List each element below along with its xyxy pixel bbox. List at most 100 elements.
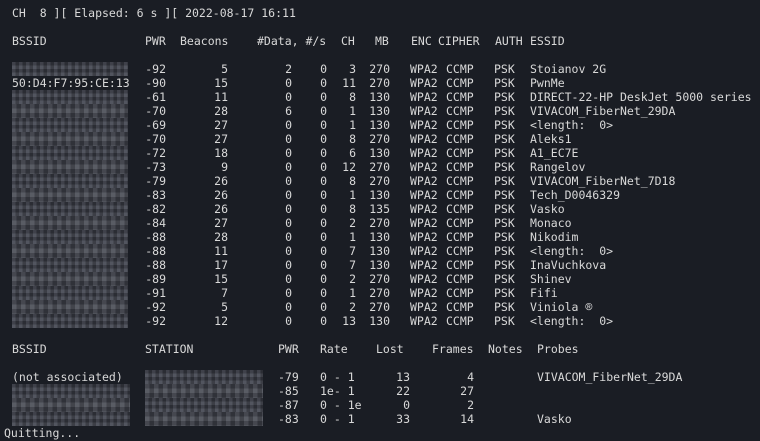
redacted-bssid xyxy=(12,146,128,160)
ap-auth: PSK xyxy=(494,76,515,90)
ap-mb: 135 xyxy=(369,202,390,216)
station-pwr: -79 xyxy=(278,370,299,384)
ap-pwr: -69 xyxy=(145,118,166,132)
ap-rate: 0 xyxy=(320,90,327,104)
station-header-lost: Lost xyxy=(376,342,404,356)
station-header-frames: Frames xyxy=(432,342,474,356)
ap-enc: WPA2 xyxy=(410,160,438,174)
ap-rate: 0 xyxy=(320,160,327,174)
ap-enc: WPA2 xyxy=(410,90,438,104)
ap-ch: 12 xyxy=(342,160,356,174)
ap-beacons: 11 xyxy=(214,244,228,258)
ap-beacons: 5 xyxy=(221,62,228,76)
station-rate: 0 - 1 xyxy=(320,412,355,426)
ap-ch: 2 xyxy=(349,216,356,230)
ap-enc: WPA2 xyxy=(410,174,438,188)
ap-essid: Tech_D0046329 xyxy=(530,188,621,202)
station-frames: 27 xyxy=(460,384,474,398)
ap-essid: PwnMe xyxy=(530,76,565,90)
ap-data: 0 xyxy=(285,160,292,174)
ap-header-beacons: Beacons xyxy=(180,34,229,48)
ap-beacons: 5 xyxy=(221,300,228,314)
ap-pwr: -92 xyxy=(145,62,166,76)
ap-beacons: 28 xyxy=(214,230,228,244)
ap-cipher: CCMP xyxy=(446,258,474,272)
ap-enc: WPA2 xyxy=(410,62,438,76)
ap-auth: PSK xyxy=(494,202,515,216)
ap-enc: WPA2 xyxy=(410,272,438,286)
redacted-bssid xyxy=(12,160,128,174)
ap-beacons: 9 xyxy=(221,160,228,174)
ap-essid: VIVACOM_FiberNet_29DA xyxy=(530,104,676,118)
ap-header-essid: ESSID xyxy=(530,34,565,48)
ap-rate: 0 xyxy=(320,62,327,76)
redacted-bssid xyxy=(12,62,128,76)
ap-cipher: CCMP xyxy=(446,62,474,76)
redacted-bssid xyxy=(12,272,128,286)
ap-cipher: CCMP xyxy=(446,146,474,160)
ap-header-ch: CH xyxy=(341,34,355,48)
ap-bssid: 50:D4:F7:95:CE:13 xyxy=(12,76,130,90)
ap-ch: 2 xyxy=(349,272,356,286)
ap-cipher: CCMP xyxy=(446,188,474,202)
ap-header-cipher: CIPHER xyxy=(438,34,480,48)
ap-pwr: -84 xyxy=(145,216,166,230)
ap-beacons: 26 xyxy=(214,174,228,188)
ap-rate: 0 xyxy=(320,118,327,132)
terminal-window[interactable]: CH 8 ][ Elapsed: 6 s ][ 2022-08-17 16:11… xyxy=(0,0,760,441)
redacted-station xyxy=(145,412,263,426)
ap-ch: 8 xyxy=(349,90,356,104)
ap-essid: Nikodim xyxy=(530,230,579,244)
station-frames: 14 xyxy=(460,412,474,426)
ap-ch: 7 xyxy=(349,258,356,272)
ap-enc: WPA2 xyxy=(410,286,438,300)
station-lost: 13 xyxy=(396,370,410,384)
ap-ch: 1 xyxy=(349,230,356,244)
ap-ch: 1 xyxy=(349,188,356,202)
redacted-bssid xyxy=(12,118,128,132)
ap-auth: PSK xyxy=(494,90,515,104)
ap-auth: PSK xyxy=(494,244,515,258)
ap-mb: 270 xyxy=(369,174,390,188)
ap-enc: WPA2 xyxy=(410,118,438,132)
station-probes: VIVACOM_FiberNet_29DA xyxy=(537,370,683,384)
ap-pwr: -83 xyxy=(145,188,166,202)
ap-mb: 130 xyxy=(369,104,390,118)
ap-data: 0 xyxy=(285,314,292,328)
ap-auth: PSK xyxy=(494,132,515,146)
ap-enc: WPA2 xyxy=(410,314,438,328)
redacted-bssid xyxy=(12,314,128,328)
ap-auth: PSK xyxy=(494,62,515,76)
redacted-bssid xyxy=(12,258,128,272)
ap-essid: Fifi xyxy=(530,286,558,300)
station-notes xyxy=(488,370,528,384)
ap-essid: Aleks1 xyxy=(530,132,572,146)
ap-essid: <length: 0> xyxy=(530,244,614,258)
station-probes xyxy=(537,398,737,412)
ap-pwr: -88 xyxy=(145,258,166,272)
ap-beacons: 26 xyxy=(214,202,228,216)
ap-mb: 130 xyxy=(369,90,390,104)
ap-enc: WPA2 xyxy=(410,244,438,258)
ap-cipher: CCMP xyxy=(446,76,474,90)
ap-data: 0 xyxy=(285,174,292,188)
station-lost: 0 xyxy=(403,398,410,412)
ap-ch: 8 xyxy=(349,202,356,216)
ap-rate: 0 xyxy=(320,174,327,188)
ap-data: 0 xyxy=(285,230,292,244)
station-lost: 33 xyxy=(396,412,410,426)
ap-essid: Monaco xyxy=(530,216,572,230)
ap-enc: WPA2 xyxy=(410,188,438,202)
ap-cipher: CCMP xyxy=(446,202,474,216)
ap-rate: 0 xyxy=(320,216,327,230)
station-header-pwr: PWR xyxy=(278,342,299,356)
ap-auth: PSK xyxy=(494,104,515,118)
ap-auth: PSK xyxy=(494,160,515,174)
ap-essid: A1_EC7E xyxy=(530,146,579,160)
station-frames: 2 xyxy=(467,398,474,412)
ap-beacons: 15 xyxy=(214,272,228,286)
station-header-notes: Notes xyxy=(488,342,523,356)
ap-data: 0 xyxy=(285,146,292,160)
ap-enc: WPA2 xyxy=(410,202,438,216)
ap-pwr: -88 xyxy=(145,230,166,244)
